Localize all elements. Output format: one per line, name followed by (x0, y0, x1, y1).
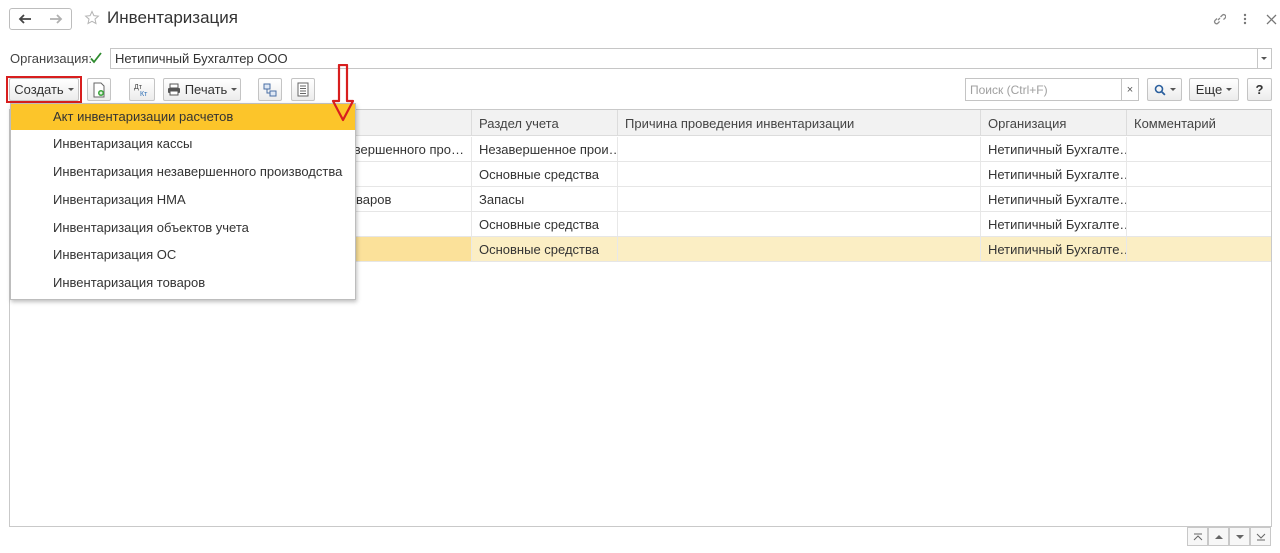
row-section-cell: Основные средства (472, 162, 618, 186)
close-icon (1266, 14, 1276, 24)
create-button-label: Создать (14, 82, 64, 97)
search-clear-button[interactable]: × (1121, 78, 1139, 101)
column-header-section[interactable]: Раздел учета (472, 110, 618, 136)
row-comment-cell (1127, 187, 1271, 211)
dt-kt-icon: Дт Кт (134, 84, 148, 98)
column-header-organization[interactable]: Организация (981, 110, 1127, 136)
search-icon (1154, 84, 1166, 96)
menu-item-intangibles-inventory[interactable]: Инвентаризация НМА (11, 187, 355, 213)
hierarchy-icon (263, 83, 277, 96)
scroll-bottom-button[interactable] (1250, 527, 1271, 546)
annotation-arrow-icon (331, 64, 355, 122)
row-organization-cell: Нетипичный Бухгалте… (981, 162, 1127, 186)
triangle-down-icon (1235, 534, 1244, 539)
chevron-down-icon (1226, 88, 1233, 91)
menu-item-accounting-objects-inventory[interactable]: Инвентаризация объектов учета (11, 215, 355, 241)
triangle-up-icon (1214, 534, 1223, 539)
report-button[interactable] (291, 78, 315, 101)
structure-button[interactable] (258, 78, 282, 101)
row-comment-cell (1127, 212, 1271, 236)
search-button[interactable] (1147, 78, 1182, 101)
row-organization-cell: Нетипичный Бухгалте… (981, 237, 1127, 261)
organization-dropdown-button[interactable] (1256, 48, 1272, 69)
print-button-label: Печать (184, 82, 228, 97)
menu-item-settlements-act[interactable]: Акт инвентаризации расчетов (11, 104, 355, 130)
chevron-down-icon (1260, 57, 1267, 60)
title-bar: Инвентаризация (0, 0, 1280, 38)
row-section-cell: Основные средства (472, 212, 618, 236)
chevron-down-icon (231, 88, 238, 91)
menu-item-wip-inventory[interactable]: Инвентаризация незавершенного производст… (11, 159, 355, 185)
more-button-label: Еще (1195, 82, 1223, 97)
row-comment-cell (1127, 162, 1271, 186)
arrow-to-top-icon (1193, 533, 1202, 540)
row-reason-cell (618, 212, 981, 236)
row-organization-cell: Нетипичный Бухгалте… (981, 187, 1127, 211)
menu-item-goods-inventory[interactable]: Инвентаризация товаров (11, 270, 355, 296)
toolbar: Создать Дт Кт Печать Поиск (Ctrl+F) × Ещ… (0, 76, 1280, 104)
row-section-cell: Основные средства (472, 237, 618, 261)
organization-checkbox[interactable] (89, 51, 103, 65)
create-dropdown-menu: Акт инвентаризации расчетов Инвентаризац… (10, 103, 356, 300)
organization-filter: Организация: Нетипичный Бухгалтер ООО (0, 48, 1280, 70)
forward-button[interactable] (40, 8, 72, 30)
chevron-down-icon (1169, 88, 1176, 91)
link-icon (1213, 13, 1226, 25)
organization-field[interactable]: Нетипичный Бухгалтер ООО (110, 48, 1258, 69)
scroll-top-button[interactable] (1187, 527, 1208, 546)
column-header-reason[interactable]: Причина проведения инвентаризации (618, 110, 981, 136)
dt-kt-button[interactable]: Дт Кт (129, 78, 155, 101)
help-button[interactable]: ? (1247, 78, 1272, 101)
create-button[interactable]: Создать (9, 78, 79, 101)
menu-item-cash-inventory[interactable]: Инвентаризация кассы (11, 131, 355, 157)
row-comment-cell (1127, 237, 1271, 261)
chevron-down-icon (67, 88, 74, 91)
scroll-page-up-button[interactable] (1208, 527, 1229, 546)
menu-item-fixed-assets-inventory[interactable]: Инвентаризация ОС (11, 242, 355, 268)
organization-label: Организация: (10, 51, 93, 66)
column-header-comment[interactable]: Комментарий (1127, 110, 1271, 136)
link-button[interactable] (1210, 10, 1228, 28)
star-icon (84, 10, 100, 25)
checkmark-icon (90, 52, 102, 64)
more-vertical-icon (1243, 13, 1247, 25)
copy-document-icon (93, 82, 105, 97)
page-title: Инвентаризация (107, 8, 238, 27)
svg-text:Дт: Дт (134, 84, 143, 91)
arrow-to-bottom-icon (1256, 533, 1265, 540)
printer-icon (167, 83, 180, 96)
row-organization-cell: Нетипичный Бухгалте… (981, 212, 1127, 236)
favorite-button[interactable] (83, 8, 101, 28)
row-comment-cell (1127, 137, 1271, 161)
arrow-left-icon (18, 14, 31, 24)
row-reason-cell (618, 187, 981, 211)
print-button[interactable]: Печать (163, 78, 241, 101)
arrow-right-icon (49, 14, 62, 24)
search-input[interactable]: Поиск (Ctrl+F) (965, 78, 1122, 101)
row-reason-cell (618, 237, 981, 261)
back-button[interactable] (9, 8, 41, 30)
row-section-cell: Запасы (472, 187, 618, 211)
svg-text:Кт: Кт (140, 91, 148, 98)
document-list-icon (297, 82, 309, 97)
scroll-page-down-button[interactable] (1229, 527, 1250, 546)
row-reason-cell (618, 162, 981, 186)
more-button[interactable]: Еще (1189, 78, 1239, 101)
more-actions-button[interactable] (1236, 10, 1254, 28)
copy-document-button[interactable] (87, 78, 111, 101)
row-organization-cell: Нетипичный Бухгалте… (981, 137, 1127, 161)
close-button[interactable] (1262, 10, 1280, 28)
row-reason-cell (618, 137, 981, 161)
row-section-cell: Незавершенное прои… (472, 137, 618, 161)
